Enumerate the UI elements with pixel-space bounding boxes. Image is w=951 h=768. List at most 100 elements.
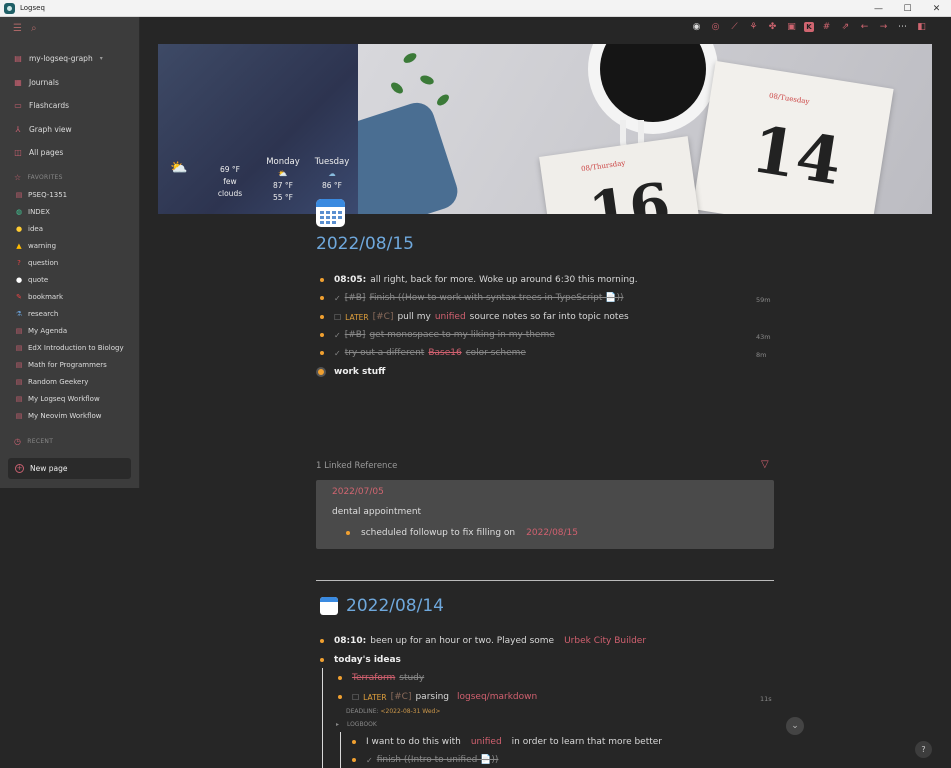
search-icon[interactable]: ⌕ [31, 23, 37, 34]
new-page-button[interactable]: + New page [8, 458, 131, 479]
right-sidebar-icon[interactable]: ◧ [915, 22, 928, 32]
close-button[interactable]: ✕ [922, 0, 951, 17]
journal-title[interactable]: 2022/08/15 [316, 234, 414, 254]
block-later[interactable]: ☐ LATER [#C] parsing logseq/markdown [338, 692, 537, 702]
page-ref-link[interactable]: Terraform [352, 673, 395, 683]
page-ref-link[interactable]: 2022/08/15 [526, 528, 578, 538]
favorite-item[interactable]: ▤ PSEQ-1351 [0, 187, 139, 204]
block-bullet[interactable] [320, 296, 324, 300]
favorite-item[interactable]: ✎ bookmark [0, 289, 139, 306]
target-icon[interactable]: ◎ [709, 22, 722, 32]
priority-tag[interactable]: [#C] [391, 692, 412, 702]
block-bullet[interactable] [320, 278, 324, 282]
block-bullet[interactable] [320, 639, 324, 643]
block-text: work stuff [334, 367, 386, 377]
block-bullet[interactable] [338, 695, 342, 699]
favorite-item[interactable]: ▤ Math for Programmers [0, 357, 139, 374]
page-ref-link[interactable]: Urbek City Builder [564, 636, 646, 646]
priority-tag[interactable]: [#B] [345, 330, 366, 340]
scroll-down-button[interactable]: ⌄ [786, 717, 804, 735]
reference-text[interactable]: dental appointment [332, 507, 421, 517]
block-bullet[interactable] [352, 740, 356, 744]
sidebar-item-graph-view[interactable]: ⅄ Graph view [0, 118, 139, 142]
block[interactable]: 08:05: all right, back for more. Woke up… [320, 275, 638, 285]
block[interactable]: today's ideas [320, 655, 401, 665]
favorite-item[interactable]: ◍ INDEX [0, 204, 139, 221]
logbook-toggle[interactable]: ▸ LOGBOOK [336, 721, 377, 728]
checkbox-icon[interactable]: ☐ [334, 313, 341, 322]
block-later[interactable]: ☐ LATER [#C] pull my unified source note… [320, 312, 629, 322]
block-done[interactable]: ✓ [#B] get monospace to my liking in my … [320, 330, 555, 340]
block-done[interactable]: ✓ finish ((Intro to unified 📄)) [352, 755, 498, 765]
favorite-item[interactable]: ● idea [0, 221, 139, 238]
block-done[interactable]: Terraform study [338, 673, 424, 683]
block[interactable]: I want to do this with unified in order … [352, 737, 662, 747]
favorite-item[interactable]: ▤ My Agenda [0, 323, 139, 340]
block-bullet-collapsed[interactable] [318, 369, 324, 375]
maximize-button[interactable]: ☐ [893, 0, 922, 17]
block-text: source notes so far into topic notes [469, 312, 629, 322]
page-ref-link[interactable]: Base16 [428, 348, 461, 358]
priority-tag[interactable]: [#C] [373, 312, 394, 322]
recent-header[interactable]: ◷ RECENT [0, 433, 139, 451]
block-done[interactable]: ✓ [#C] [#B] Finish ((How to work with sy… [320, 293, 623, 303]
block-collapsed[interactable]: work stuff [318, 367, 385, 377]
block-bullet[interactable] [352, 758, 356, 762]
block-bullet[interactable] [346, 531, 350, 535]
checkbox-checked-icon[interactable]: ✓ [366, 756, 373, 765]
graph-selector[interactable]: ▤ my-logseq-graph ▾ [0, 47, 139, 71]
favorite-item[interactable]: ▤ Random Geekery [0, 374, 139, 391]
hashtag-icon[interactable]: # [820, 22, 833, 32]
page-icon: ▤ [15, 191, 23, 199]
menu-icon[interactable]: ☰ [13, 23, 22, 34]
tasks-icon[interactable]: ▣ [785, 22, 798, 32]
favorites-header[interactable]: ☆ FAVORITES [0, 169, 139, 187]
page-ref-link[interactable]: unified [435, 312, 466, 322]
favorite-item[interactable]: ▤ My Neovim Workflow [0, 408, 139, 425]
linked-references-title[interactable]: 1 Linked Reference [316, 461, 397, 471]
more-icon[interactable]: ⋯ [896, 22, 909, 32]
task-marker[interactable]: LATER [345, 313, 368, 322]
block-bullet[interactable] [338, 676, 342, 680]
block-bullet[interactable] [320, 658, 324, 662]
back-arrow-icon[interactable]: ← [858, 22, 871, 32]
eye-icon[interactable]: ◉ [690, 22, 703, 32]
forward-arrow-icon[interactable]: → [877, 22, 890, 32]
sidebar-item-all-pages[interactable]: ◫ All pages [0, 141, 139, 165]
priority-tag[interactable]: [#B] [345, 293, 366, 303]
help-button[interactable]: ? [915, 741, 932, 758]
favorite-item[interactable]: ? question [0, 255, 139, 272]
k-icon[interactable]: K [804, 22, 814, 32]
reference-block[interactable]: scheduled followup to fix filling on 202… [346, 528, 578, 538]
reference-page-link[interactable]: 2022/07/05 [332, 487, 384, 497]
share-icon[interactable]: ⇗ [839, 22, 852, 32]
checkbox-checked-icon[interactable]: ✓ [334, 331, 341, 340]
sidebar-item-label: Journals [29, 77, 59, 87]
checkbox-checked-icon[interactable]: ✓ [334, 349, 341, 358]
block-bullet[interactable] [320, 333, 324, 337]
block-done[interactable]: ✓ try out a different Base16 color schem… [320, 348, 526, 358]
plugin-icon[interactable]: ⚘ [747, 22, 760, 32]
favorite-item[interactable]: ● quote [0, 272, 139, 289]
trend-icon[interactable]: ⟋ [728, 22, 741, 32]
minimize-button[interactable]: — [864, 0, 893, 17]
puzzle-icon[interactable]: ✤ [766, 22, 779, 32]
favorite-item[interactable]: ▤ My Logseq Workflow [0, 391, 139, 408]
block-bullet[interactable] [320, 315, 324, 319]
deadline-value[interactable]: <2022-08-31 Wed> [380, 708, 440, 715]
page-ref-link[interactable]: unified [471, 737, 502, 747]
favorite-item[interactable]: ⚗ research [0, 306, 139, 323]
journal-separator [316, 580, 774, 581]
favorite-item[interactable]: ▤ EdX Introduction to Biology [0, 340, 139, 357]
block-bullet[interactable] [320, 351, 324, 355]
sidebar-item-journals[interactable]: ▦ Journals [0, 71, 139, 95]
journal-title[interactable]: 2022/08/14 [346, 596, 444, 616]
sidebar-item-flashcards[interactable]: ▭ Flashcards [0, 94, 139, 118]
block[interactable]: 08:10: been up for an hour or two. Playe… [320, 636, 646, 646]
favorite-item[interactable]: ▲ warning [0, 238, 139, 255]
checkbox-icon[interactable]: ☐ [352, 693, 359, 702]
task-marker[interactable]: LATER [363, 693, 386, 702]
page-ref-link[interactable]: logseq/markdown [457, 692, 537, 702]
filter-icon[interactable]: ▽ [761, 459, 769, 470]
checkbox-checked-icon[interactable]: ✓ [334, 294, 341, 303]
